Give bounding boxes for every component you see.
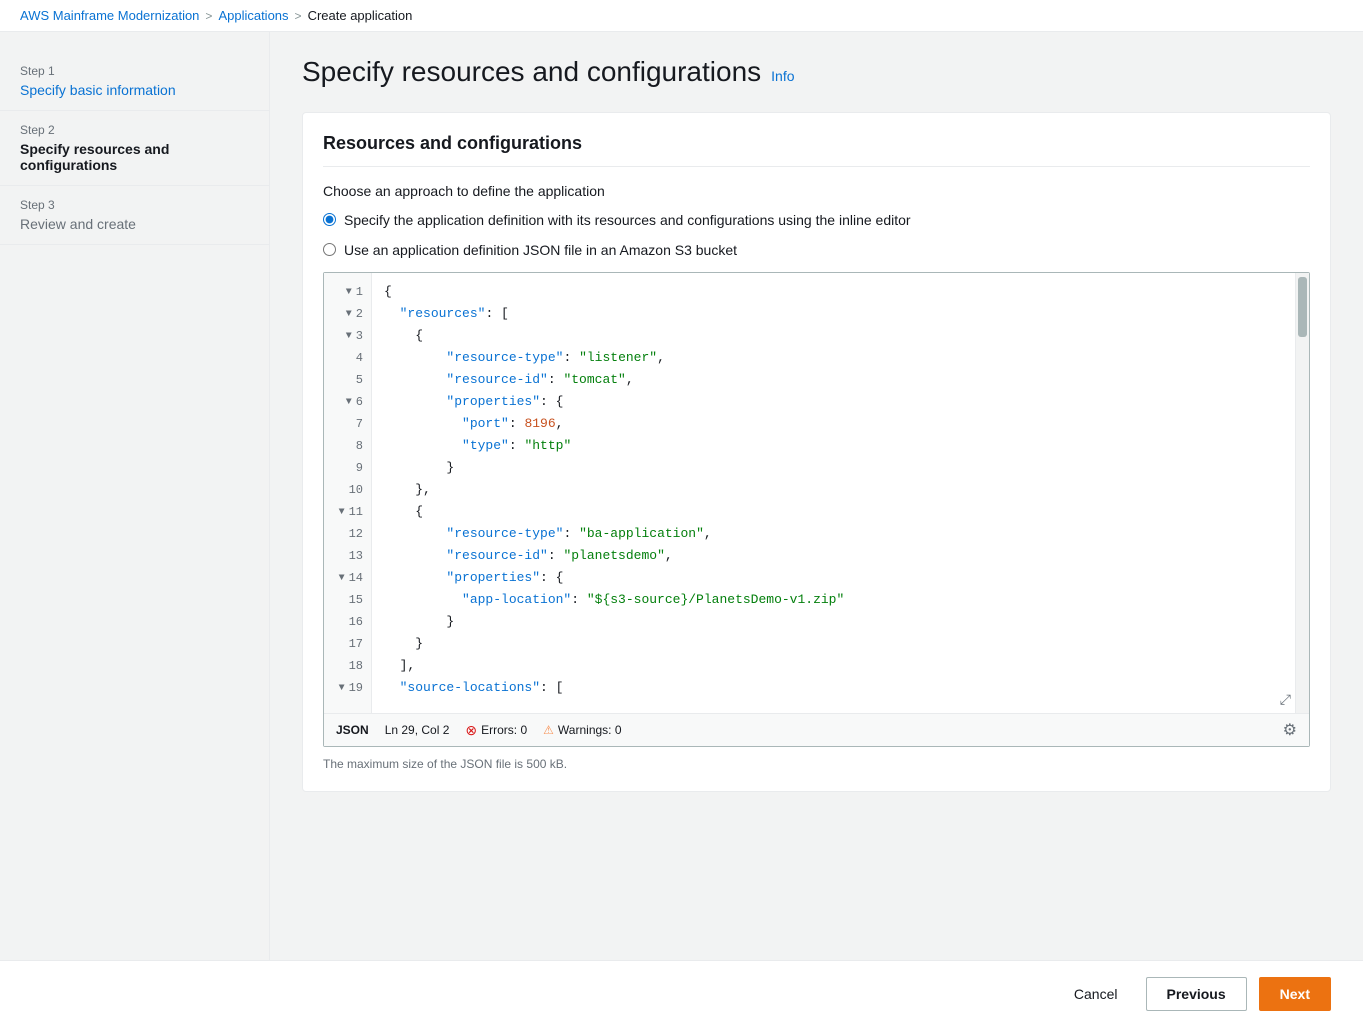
line-numbers: ▼ 1 ▼ 2 ▼ 3 4 5	[324, 273, 372, 713]
fold-11[interactable]: ▼	[339, 507, 345, 518]
code-content[interactable]: { "resources": [ { "resource-type": "lis…	[372, 273, 1295, 713]
page-title-row: Specify resources and configurations Inf…	[302, 56, 1331, 88]
code-line-1: {	[384, 281, 1283, 303]
statusbar-position: Ln 29, Col 2	[385, 723, 450, 737]
sidebar-step-3[interactable]: Step 3 Review and create	[0, 186, 269, 245]
line-num-2: ▼ 2	[324, 303, 371, 325]
breadcrumb: AWS Mainframe Modernization > Applicatio…	[0, 0, 1363, 32]
approach-label: Choose an approach to define the applica…	[323, 183, 1310, 199]
line-num-5: 5	[324, 369, 371, 391]
line-num-1: ▼ 1	[324, 281, 371, 303]
info-link[interactable]: Info	[771, 68, 794, 84]
line-num-6: ▼ 6	[324, 391, 371, 413]
breadcrumb-current: Create application	[308, 8, 413, 23]
line-num-7: 7	[324, 413, 371, 435]
statusbar-errors: ⊗ Errors: 0	[465, 722, 527, 739]
code-line-19: "source-locations": [	[384, 677, 1283, 699]
line-num-14: ▼ 14	[324, 567, 371, 589]
line-num-12: 12	[324, 523, 371, 545]
breadcrumb-sep2: >	[295, 9, 302, 23]
fold-1[interactable]: ▼	[346, 287, 352, 298]
fold-3[interactable]: ▼	[346, 331, 352, 342]
code-line-2: "resources": [	[384, 303, 1283, 325]
step1-title[interactable]: Specify basic information	[20, 82, 249, 98]
radio-inline-editor[interactable]	[323, 213, 336, 226]
breadcrumb-sep1: >	[205, 9, 212, 23]
step2-label: Step 2	[20, 123, 249, 137]
scrollbar-track[interactable]	[1296, 273, 1309, 713]
fold-19[interactable]: ▼	[339, 683, 345, 694]
content-area: Specify resources and configurations Inf…	[270, 32, 1363, 960]
code-line-9: }	[384, 457, 1283, 479]
main-layout: Step 1 Specify basic information Step 2 …	[0, 32, 1363, 960]
code-line-5: "resource-id": "tomcat",	[384, 369, 1283, 391]
code-line-16: }	[384, 611, 1283, 633]
sidebar-step-1[interactable]: Step 1 Specify basic information	[0, 52, 269, 111]
max-size-note: The maximum size of the JSON file is 500…	[323, 757, 1310, 771]
next-button[interactable]: Next	[1259, 977, 1331, 1011]
line-num-4: 4	[324, 347, 371, 369]
line-num-17: 17	[324, 633, 371, 655]
code-line-18: ],	[384, 655, 1283, 677]
code-line-6: "properties": {	[384, 391, 1283, 413]
warning-icon: ⚠	[543, 723, 554, 737]
error-icon: ⊗	[465, 722, 477, 739]
card-title: Resources and configurations	[323, 133, 1310, 167]
line-num-9: 9	[324, 457, 371, 479]
line-num-13: 13	[324, 545, 371, 567]
code-line-17: }	[384, 633, 1283, 655]
radio-inline-label: Specify the application definition with …	[344, 211, 911, 231]
cancel-button[interactable]: Cancel	[1058, 978, 1134, 1010]
code-line-10: },	[384, 479, 1283, 501]
line-num-10: 10	[324, 479, 371, 501]
line-num-19: ▼ 19	[324, 677, 371, 699]
previous-button[interactable]: Previous	[1146, 977, 1247, 1011]
scrollbar-thumb[interactable]	[1298, 277, 1307, 337]
code-line-12: "resource-type": "ba-application",	[384, 523, 1283, 545]
step3-label: Step 3	[20, 198, 249, 212]
resources-card: Resources and configurations Choose an a…	[302, 112, 1331, 792]
page-footer: Cancel Previous Next	[0, 960, 1363, 1027]
code-line-7: "port": 8196,	[384, 413, 1283, 435]
statusbar-warnings: ⚠ Warnings: 0	[543, 723, 621, 737]
radio-s3[interactable]	[323, 243, 336, 256]
code-line-3: {	[384, 325, 1283, 347]
radio-option-s3[interactable]: Use an application definition JSON file …	[323, 241, 1310, 261]
sidebar: Step 1 Specify basic information Step 2 …	[0, 32, 270, 960]
code-scrollbar[interactable]	[1295, 273, 1309, 713]
step2-title: Specify resources and configurations	[20, 141, 249, 173]
radio-s3-label: Use an application definition JSON file …	[344, 241, 737, 261]
breadcrumb-section[interactable]: Applications	[218, 8, 288, 23]
code-line-15: "app-location": "${s3-source}/PlanetsDem…	[384, 589, 1283, 611]
statusbar-lang: JSON	[336, 723, 369, 737]
line-num-11: ▼ 11	[324, 501, 371, 523]
radio-option-inline[interactable]: Specify the application definition with …	[323, 211, 1310, 231]
line-num-18: 18	[324, 655, 371, 677]
code-editor[interactable]: ▼ 1 ▼ 2 ▼ 3 4 5	[324, 273, 1309, 713]
code-line-14: "properties": {	[384, 567, 1283, 589]
breadcrumb-home[interactable]: AWS Mainframe Modernization	[20, 8, 199, 23]
expand-icon[interactable]: ⤢	[1276, 689, 1295, 713]
code-line-13: "resource-id": "planetsdemo",	[384, 545, 1283, 567]
code-editor-wrapper[interactable]: ▼ 1 ▼ 2 ▼ 3 4 5	[323, 272, 1310, 747]
line-num-3: ▼ 3	[324, 325, 371, 347]
editor-statusbar: JSON Ln 29, Col 2 ⊗ Errors: 0 ⚠ Warnings…	[324, 713, 1309, 746]
fold-6[interactable]: ▼	[346, 397, 352, 408]
code-line-11: {	[384, 501, 1283, 523]
settings-gear-icon[interactable]: ⚙	[1283, 720, 1297, 740]
line-num-16: 16	[324, 611, 371, 633]
fold-2[interactable]: ▼	[346, 309, 352, 320]
line-num-15: 15	[324, 589, 371, 611]
step1-label: Step 1	[20, 64, 249, 78]
page-title: Specify resources and configurations	[302, 56, 761, 88]
code-line-4: "resource-type": "listener",	[384, 347, 1283, 369]
step3-title: Review and create	[20, 216, 249, 232]
code-line-8: "type": "http"	[384, 435, 1283, 457]
line-num-8: 8	[324, 435, 371, 457]
sidebar-step-2: Step 2 Specify resources and configurati…	[0, 111, 269, 186]
fold-14[interactable]: ▼	[339, 573, 345, 584]
